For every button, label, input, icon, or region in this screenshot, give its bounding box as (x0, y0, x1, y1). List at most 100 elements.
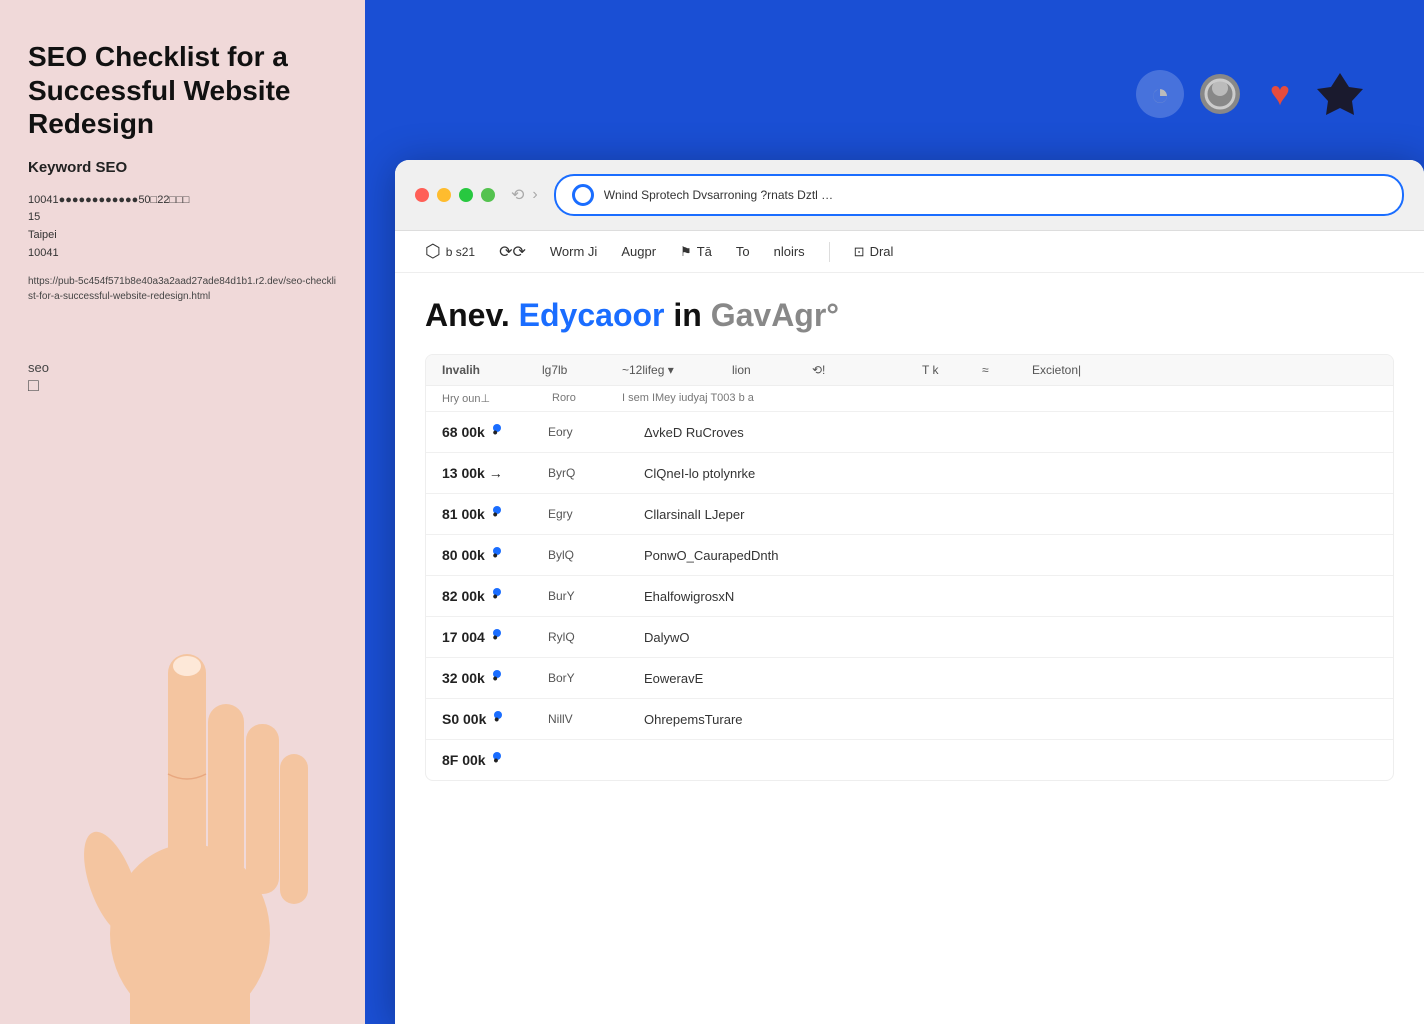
toolbar-to[interactable]: To (736, 244, 750, 259)
address-text: Wnind Sprotech Dvsarroning ?rnats Dztl … (604, 188, 833, 202)
volume-2: 13 00k → (442, 465, 532, 481)
worm-label: Worm Ji (550, 244, 597, 259)
table-sub-header: Hry oun⊥ Roro I sem IMey iudyaj T003 b a (426, 386, 1393, 412)
col-invalih: Invalih (442, 363, 522, 377)
content-heading: Anev. Edycaoor in GavAgr° (425, 297, 1394, 334)
table-row: 81 00k • Egry CllarsinalI LJeper (426, 494, 1393, 535)
browser-nav: ⟲ › (511, 185, 538, 205)
toolbar-lcp[interactable]: ⬡ b s21 (425, 241, 475, 262)
hand-illustration (50, 574, 330, 1024)
table-row: 13 00k → ByrQ ClQneI-lo ptolynrke (426, 453, 1393, 494)
table-row: 8F 00k • (426, 740, 1393, 780)
sidebar: SEO Checklist for a Successful Website R… (0, 0, 365, 1024)
diff-7: BorY (548, 671, 628, 685)
diff-2: ByrQ (548, 466, 628, 480)
volume-1: 68 00k • (442, 424, 532, 440)
volume-5: 82 00k • (442, 588, 532, 604)
dral-label: Dral (870, 244, 894, 259)
keyword-1: ΔvkeD RuCroves (644, 425, 1377, 440)
top-section: ◔ ♥ (365, 0, 1424, 180)
nav-forward[interactable]: › (532, 186, 537, 204)
ta-label: Tā (697, 244, 712, 259)
keyword-6: DalywO (644, 630, 1377, 645)
toolbar-dral[interactable]: ⊡ Dral (854, 244, 894, 260)
toolbar-nloirs[interactable]: nloirs (774, 244, 805, 259)
page-title: SEO Checklist for a Successful Website R… (28, 40, 337, 141)
diff-3: Egry (548, 507, 628, 521)
tag-icon: □ (28, 375, 337, 396)
col-excietonj: Excieton| (1032, 363, 1081, 377)
extra-button[interactable] (481, 188, 495, 202)
table-header-row: Invalih lg7lb ~12lifeg ▾ lion ⟲! T k ≈ E… (426, 355, 1393, 386)
browser-extension-icons: ◔ ♥ (1136, 70, 1364, 118)
augpr-label: Augpr (621, 244, 656, 259)
table-row: 32 00k • BorY EoweravE (426, 658, 1393, 699)
traffic-lights (415, 188, 495, 202)
item2-icon: ⟳⟳ (499, 242, 526, 262)
keyword-5: EhalfowigrosxN (644, 589, 1377, 604)
page-url[interactable]: https://pub-5c454f571b8e40a3a2aad27ade84… (28, 274, 337, 304)
heading-part1: Anev. (425, 297, 510, 333)
table-row: 17 004 • RylQ DalywO (426, 617, 1393, 658)
ext-icon-2 (1196, 70, 1244, 118)
to-label: To (736, 244, 750, 259)
toolbar-augpr[interactable]: Augpr (621, 244, 656, 259)
browser-window: ⟲ › Wnind Sprotech Dvsarroning ?rnats Dz… (395, 160, 1424, 1024)
dral-icon: ⊡ (854, 244, 865, 260)
volume-3: 81 00k • (442, 506, 532, 522)
browser-chrome: ⟲ › Wnind Sprotech Dvsarroning ?rnats Dz… (395, 160, 1424, 231)
address-icon (572, 184, 594, 206)
col-lg7lb: lg7lb (542, 363, 602, 377)
diff-8: NillV (548, 712, 628, 726)
col-approx: ≈ (982, 363, 1012, 377)
minimize-button[interactable] (437, 188, 451, 202)
data-table: Invalih lg7lb ~12lifeg ▾ lion ⟲! T k ≈ E… (425, 354, 1394, 781)
address-bar[interactable]: Wnind Sprotech Dvsarroning ?rnats Dztl … (554, 174, 1404, 216)
col-arrow: ⟲! (812, 363, 852, 377)
volume-6: 17 004 • (442, 629, 532, 645)
diff-5: BurY (548, 589, 628, 603)
browser-toolbar: ⬡ b s21 ⟳⟳ Worm Ji Augpr ⚑ Tā To nloirs (395, 231, 1424, 273)
toolbar-item-2[interactable]: ⟳⟳ (499, 242, 526, 262)
volume-4: 80 00k • (442, 547, 532, 563)
sub-col-3: I sem IMey iudyaj T003 b a (622, 392, 1377, 405)
sub-col-1: Hry oun⊥ (442, 392, 552, 405)
keyword-3: CllarsinalI LJeper (644, 507, 1377, 522)
ta-icon: ⚑ (680, 244, 692, 260)
keyword-subtitle: Keyword SEO (28, 159, 337, 176)
volume-7: 32 00k • (442, 670, 532, 686)
col-12lifeg: ~12lifeg ▾ (622, 363, 712, 377)
table-row: 82 00k • BurY EhalfowigrosxN (426, 576, 1393, 617)
main-area: ◔ ♥ (365, 0, 1424, 1024)
meta-info: 10041●●●●●●●●●●●●50□22□□□ 15 Taipei 1004… (28, 192, 337, 262)
heading-part3: in (673, 297, 701, 333)
ext-icon-3: ♥ (1256, 70, 1304, 118)
nav-back[interactable]: ⟲ (511, 185, 524, 205)
col-tk: T k (922, 363, 962, 377)
ext-icon-4 (1316, 70, 1364, 118)
toolbar-ta[interactable]: ⚑ Tā (680, 244, 712, 260)
table-row: 80 00k • BylQ PonwO_CaurapedDnth (426, 535, 1393, 576)
diff-4: BylQ (548, 548, 628, 562)
tag-label: seo (28, 360, 337, 375)
maximize-button[interactable] (459, 188, 473, 202)
toolbar-worm[interactable]: Worm Ji (550, 244, 597, 259)
divider (829, 242, 830, 262)
nloirs-label: nloirs (774, 244, 805, 259)
lcp-icon: ⬡ (425, 241, 441, 262)
keyword-8: OhrepemsTurare (644, 712, 1377, 727)
lcp-label: b s21 (446, 245, 475, 259)
keyword-4: PonwO_CaurapedDnth (644, 548, 1377, 563)
sub-col-2: Roro (552, 392, 622, 405)
volume-9: 8F 00k • (442, 752, 532, 768)
diff-6: RylQ (548, 630, 628, 644)
keyword-2: ClQneI-lo ptolynrke (644, 466, 1377, 481)
table-row: S0 00k • NillV OhrepemsTurare (426, 699, 1393, 740)
volume-8: S0 00k • (442, 711, 532, 727)
ext-icon-1: ◔ (1136, 70, 1184, 118)
diff-1: Eory (548, 425, 628, 439)
heading-part2: Edycaoor (519, 297, 665, 333)
close-button[interactable] (415, 188, 429, 202)
browser-content: Anev. Edycaoor in GavAgr° Invalih lg7lb … (395, 273, 1424, 805)
keyword-7: EoweravE (644, 671, 1377, 686)
